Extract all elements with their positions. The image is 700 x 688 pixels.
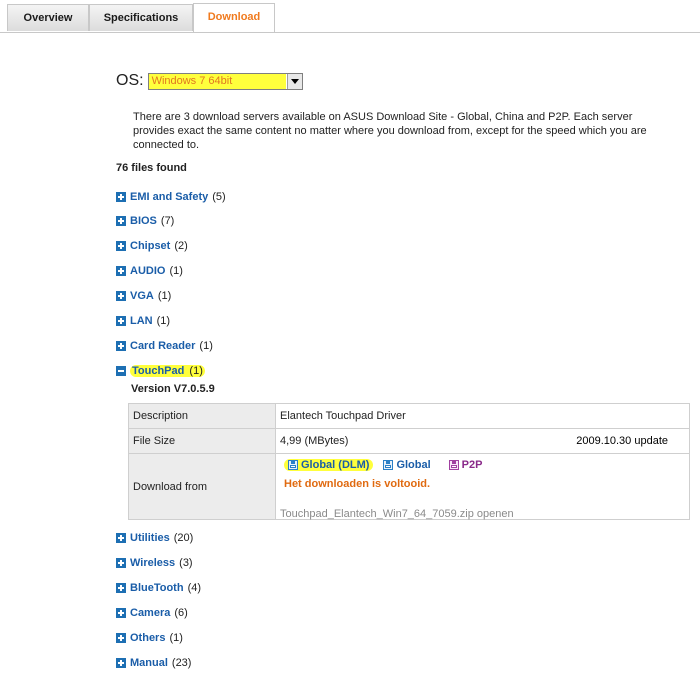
category-count: (1) [199,340,213,352]
driver-version: Version V7.0.5.9 [131,383,215,395]
category-name[interactable]: Wireless [130,557,175,569]
category-count: (1) [169,265,183,277]
chevron-down-icon[interactable] [286,73,302,89]
expand-plus-icon[interactable] [116,341,126,351]
category-utilities[interactable]: Utilities (20) [116,531,193,545]
category-bluetooth[interactable]: BlueTooth (4) [116,581,201,595]
tab-overview[interactable]: Overview [7,4,89,31]
category-emi-and-safety[interactable]: EMI and Safety (5) [116,190,226,204]
category-name[interactable]: VGA [130,290,154,302]
category-card-reader[interactable]: Card Reader (1) [116,339,213,353]
category-count: (20) [173,532,194,544]
category-lan[interactable]: LAN (1) [116,314,170,328]
download-links: Global (DLM) Global P2P [284,459,492,471]
details-row-filesize: File Size 4,99 (MBytes) 2009.10.30 updat… [129,429,689,454]
category-name[interactable]: AUDIO [130,265,165,277]
details-row-download: Download from Global (DLM) Global P2P He… [129,454,689,520]
category-name[interactable]: Others [130,632,165,644]
tab-download[interactable]: Download [193,3,275,32]
category-name[interactable]: Camera [130,607,170,619]
update-date: 2009.10.30 update [576,435,668,447]
touchpad-highlight: TouchPad (1) [130,365,205,377]
category-count: (1) [169,632,183,644]
category-count: (2) [174,240,188,252]
filesize-label: File Size [129,429,276,453]
download-global-dlm-link[interactable]: Global (DLM) [284,459,374,471]
download-global-label[interactable]: Global [396,459,430,471]
os-selector-row: OS: Windows 7 64bit [116,72,303,90]
description-value: Elantech Touchpad Driver [280,410,406,422]
os-label: OS: [116,72,144,89]
category-count: (7) [160,215,175,227]
collapse-minus-icon[interactable] [116,366,126,376]
floppy-disk-icon [448,460,459,470]
category-others[interactable]: Others (1) [116,631,183,645]
category-count: (23) [171,657,192,669]
download-status: Het downloaden is voltooid. [284,478,431,490]
category-count: (4) [187,582,202,594]
category-name[interactable]: TouchPad [132,365,184,377]
intro-text: There are 3 download servers available o… [133,111,647,151]
category-camera[interactable]: Camera (6) [116,606,188,620]
category-count: (1) [157,290,172,302]
download-from-label: Download from [129,454,276,519]
driver-details-table: Description Elantech Touchpad Driver Fil… [128,403,690,520]
floppy-disk-icon [383,460,394,470]
description-label: Description [129,404,276,428]
category-name[interactable]: BlueTooth [130,582,184,594]
category-name[interactable]: Utilities [130,532,170,544]
filesize-text: 4,99 (MBytes) [280,435,349,447]
floppy-disk-icon [288,460,298,470]
category-count: (1) [189,365,203,377]
expand-plus-icon[interactable] [116,291,126,301]
expand-plus-icon[interactable] [116,316,126,326]
expand-plus-icon[interactable] [116,192,126,202]
os-select[interactable]: Windows 7 64bit [147,72,303,90]
expand-plus-icon[interactable] [116,558,126,568]
category-name[interactable]: Manual [130,657,168,669]
tab-specifications[interactable]: Specifications [89,4,193,31]
category-chipset[interactable]: Chipset (2) [116,239,188,253]
expand-plus-icon[interactable] [116,583,126,593]
download-global-link[interactable]: Global [383,459,431,471]
expand-plus-icon[interactable] [116,633,126,643]
expand-plus-icon[interactable] [116,216,126,226]
download-global-dlm-label[interactable]: Global (DLM) [301,459,369,471]
category-audio[interactable]: AUDIO (1) [116,264,183,278]
os-select-value: Windows 7 64bit [148,73,286,89]
category-count: (6) [174,607,188,619]
download-p2p-label[interactable]: P2P [462,459,483,471]
open-file-link[interactable]: Touchpad_Elantech_Win7_64_7059.zip opene… [280,508,514,520]
details-row-description: Description Elantech Touchpad Driver [129,404,689,429]
download-p2p-link[interactable]: P2P [448,459,483,471]
category-name[interactable]: LAN [130,315,153,327]
category-count: (3) [179,557,193,569]
category-name[interactable]: Chipset [130,240,170,252]
category-name[interactable]: Card Reader [130,340,195,352]
expand-plus-icon[interactable] [116,658,126,668]
category-manual[interactable]: Manual (23) [116,656,191,670]
category-count: (1) [156,315,171,327]
expand-plus-icon[interactable] [116,266,126,276]
category-bios[interactable]: BIOS (7) [116,214,174,228]
category-wireless[interactable]: Wireless (3) [116,556,193,570]
expand-plus-icon[interactable] [116,608,126,618]
tab-bar: Overview Specifications Download [0,0,700,33]
category-name[interactable]: EMI and Safety [130,191,208,203]
expand-plus-icon[interactable] [116,241,126,251]
category-count: (5) [212,191,226,203]
category-vga[interactable]: VGA (1) [116,289,171,303]
files-found-count: 76 files found [116,162,187,174]
category-touchpad[interactable]: TouchPad (1) [116,364,205,378]
category-name[interactable]: BIOS [130,215,157,227]
expand-plus-icon[interactable] [116,533,126,543]
